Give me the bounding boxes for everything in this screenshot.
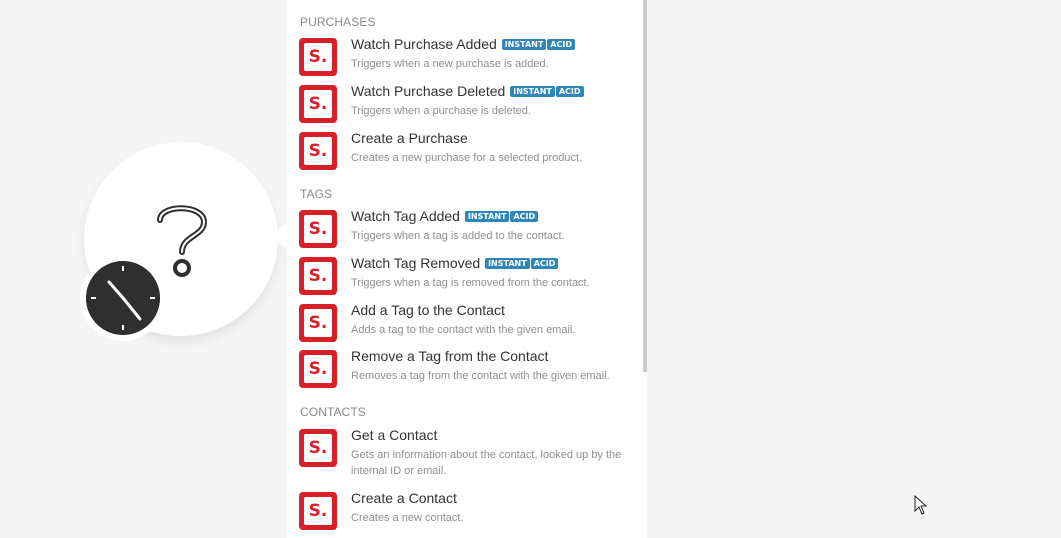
app-logo-icon: S. (299, 257, 337, 295)
acid-badge: ACID (547, 39, 575, 50)
app-logo-icon: S. (299, 85, 337, 123)
app-logo-icon: S. (299, 304, 337, 342)
app-logo-icon: S. (299, 492, 337, 530)
module-description: Creates a new purchase for a selected pr… (351, 152, 583, 164)
instant-badge: INSTANT (510, 86, 555, 97)
acid-badge: ACID (530, 258, 559, 269)
question-mark-icon (157, 205, 208, 277)
module-description: Gets an information about the contact, l… (351, 449, 622, 477)
section-header-tags: TAGS (300, 187, 333, 201)
module-description: Adds a tag to the contact with the given… (351, 324, 576, 336)
instant-badge: INSTANT (501, 39, 547, 50)
module-title: Watch Purchase Deleted INSTANT ACID (351, 83, 584, 99)
section-header-purchases: PURCHASES (300, 15, 376, 29)
app-logo-icon: S. (299, 350, 337, 388)
module-title: Watch Purchase Added INSTANT ACID (351, 36, 575, 52)
module-title: Add a Tag to the Contact (351, 302, 505, 318)
module-title: Remove a Tag from the Contact (351, 348, 549, 364)
instant-badge: INSTANT (464, 211, 510, 222)
module-title: Create a Contact (351, 490, 457, 506)
section-header-contacts: CONTACTS (300, 405, 366, 419)
app-logo-icon: S. (299, 38, 337, 76)
clock-icon[interactable] (86, 261, 160, 335)
instant-badge: INSTANT (485, 258, 530, 269)
module-description: Removes a tag from the contact with the … (351, 370, 610, 382)
app-logo-icon: S. (299, 210, 337, 248)
module-title: Watch Tag Added INSTANT ACID (351, 208, 539, 224)
scrollbar-thumb[interactable] (643, 0, 647, 372)
acid-badge: ACID (555, 86, 584, 97)
acid-badge: ACID (510, 211, 539, 222)
mouse-cursor-icon (914, 495, 928, 515)
app-logo-icon: S. (299, 429, 337, 467)
module-description: Triggers when a tag is removed from the … (351, 277, 590, 289)
module-description: Creates a new contact. (351, 512, 464, 524)
module-description: Triggers when a purchase is deleted. (351, 105, 531, 117)
module-description: Triggers when a tag is added to the cont… (351, 230, 565, 242)
module-title: Create a Purchase (351, 130, 468, 146)
module-title: Get a Contact (351, 427, 438, 443)
module-title: Watch Tag Removed INSTANT ACID (351, 255, 559, 271)
app-logo-icon: S. (299, 132, 337, 170)
module-description: Triggers when a new purchase is added. (351, 58, 549, 70)
bubble-connector (270, 222, 288, 250)
